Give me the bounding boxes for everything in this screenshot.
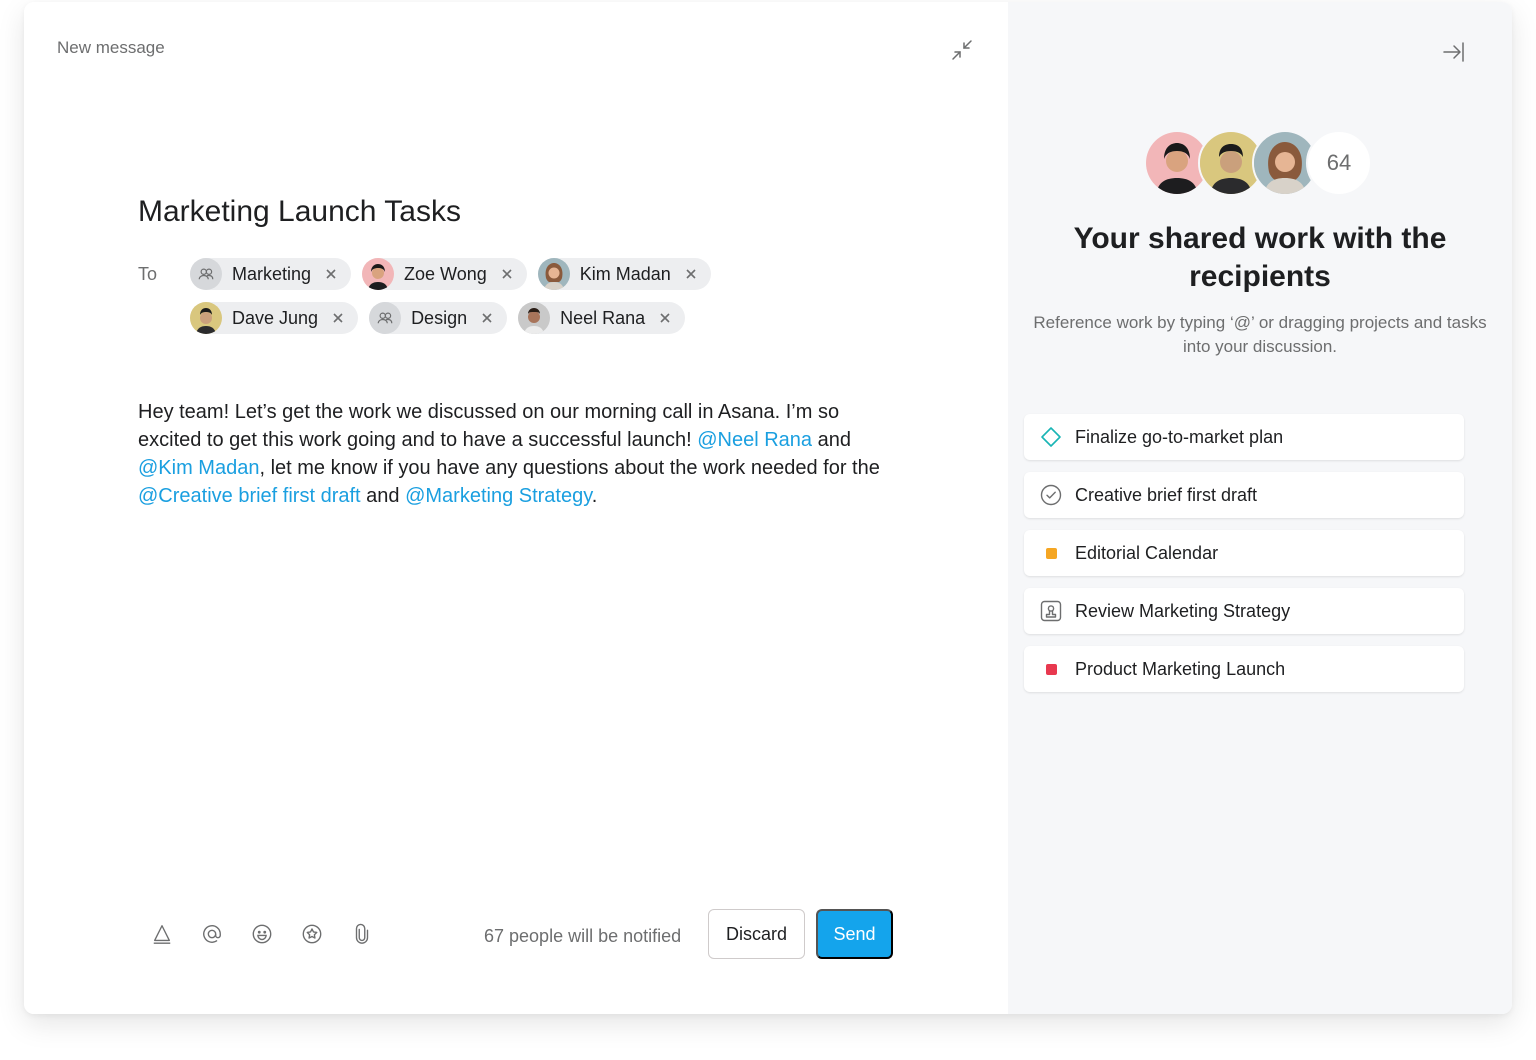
approval-icon (1040, 600, 1062, 622)
avatar (190, 302, 222, 334)
body-text: and (360, 485, 406, 507)
notify-count-text: 67 people will be notified (484, 926, 682, 946)
star-icon[interactable] (300, 922, 324, 946)
send-button[interactable]: Send (816, 909, 893, 959)
mention-link[interactable]: @Kim Madan (138, 457, 259, 479)
shared-work-subtitle: Reference work by typing ‘@’ or dragging… (1033, 313, 1487, 356)
discard-button[interactable]: Discard (708, 909, 805, 959)
recipient-name: Design (411, 307, 468, 328)
avatar (518, 302, 551, 334)
remove-recipient-icon[interactable] (479, 310, 495, 326)
recipient-name: Marketing (232, 263, 312, 284)
project-color-square (1040, 542, 1062, 564)
list-item[interactable]: Creative brief first draft (1024, 472, 1464, 518)
recipient-chip[interactable]: Marketing (190, 258, 352, 290)
to-label: To (138, 264, 158, 284)
compose-toolbar (150, 922, 374, 946)
recipient-chip[interactable]: Neel Rana (518, 302, 686, 334)
message-subject[interactable]: Marketing Launch Tasks (138, 195, 461, 229)
recipient-chip[interactable]: Design (369, 302, 508, 334)
list-item[interactable]: Finalize go-to-market plan (1024, 414, 1464, 460)
remove-recipient-icon[interactable] (499, 266, 515, 282)
list-item[interactable]: Product Marketing Launch (1024, 646, 1464, 692)
recipient-avatars: 64 (1144, 130, 1372, 196)
message-body[interactable]: Hey team! Let’s get the work we discusse… (138, 398, 898, 510)
recipient-name: Dave Jung (232, 307, 319, 328)
compose-pane: New message Marketing Launch Tasks To Ma… (24, 2, 1008, 1014)
more-members-count[interactable]: 64 (1306, 130, 1372, 196)
milestone-icon (1040, 426, 1062, 448)
list-item[interactable]: Review Marketing Strategy (1024, 588, 1464, 634)
window-label: New message (57, 38, 165, 57)
body-text: , let me know if you have any questions … (259, 457, 880, 479)
mention-icon[interactable] (200, 922, 224, 946)
mention-link[interactable]: @Neel Rana (697, 429, 812, 451)
mention-link[interactable]: @Creative brief first draft (138, 485, 361, 507)
recipient-chip[interactable]: Kim Madan (537, 258, 711, 290)
remove-recipient-icon[interactable] (657, 310, 673, 326)
list-item-label: Creative brief first draft (1075, 484, 1258, 505)
list-item[interactable]: Editorial Calendar (1024, 530, 1464, 576)
remove-recipient-icon[interactable] (683, 266, 699, 282)
avatar (537, 258, 570, 290)
list-item-label: Finalize go-to-market plan (1075, 426, 1284, 447)
mention-link[interactable]: @Marketing Strategy (405, 485, 592, 507)
body-text: and (812, 429, 851, 451)
shared-work-panel: 64 Your shared work with the recipients … (1008, 2, 1512, 1014)
recipient-chips: Marketing Zoe Wong Kim Madan Dave Jung D… (190, 258, 750, 334)
remove-recipient-icon[interactable] (323, 266, 339, 282)
body-text: . (591, 485, 598, 507)
recipient-chip[interactable]: Dave Jung (190, 302, 359, 334)
shared-work-title: Your shared work with the recipients (1073, 222, 1447, 293)
recipient-name: Zoe Wong (404, 263, 487, 284)
avatar (362, 258, 395, 290)
list-item-label: Review Marketing Strategy (1075, 600, 1291, 621)
team-icon (369, 302, 402, 334)
collapse-icon[interactable] (948, 36, 976, 64)
recipient-name: Kim Madan (579, 263, 671, 284)
task-check-icon (1040, 484, 1062, 506)
attachment-icon[interactable] (350, 922, 374, 946)
recipient-chip[interactable]: Zoe Wong (362, 258, 527, 290)
remove-recipient-icon[interactable] (330, 310, 346, 326)
message-window: New message Marketing Launch Tasks To Ma… (24, 2, 1512, 1014)
list-item-label: Editorial Calendar (1075, 542, 1219, 563)
team-icon (190, 258, 222, 290)
recipient-name: Neel Rana (560, 307, 646, 328)
close-panel-icon[interactable] (1440, 38, 1468, 66)
text-format-icon[interactable] (150, 922, 174, 946)
emoji-icon[interactable] (250, 922, 274, 946)
project-color-square (1040, 658, 1062, 680)
shared-work-list: Finalize go-to-market plan Creative brie… (1024, 414, 1464, 692)
list-item-label: Product Marketing Launch (1075, 658, 1286, 679)
